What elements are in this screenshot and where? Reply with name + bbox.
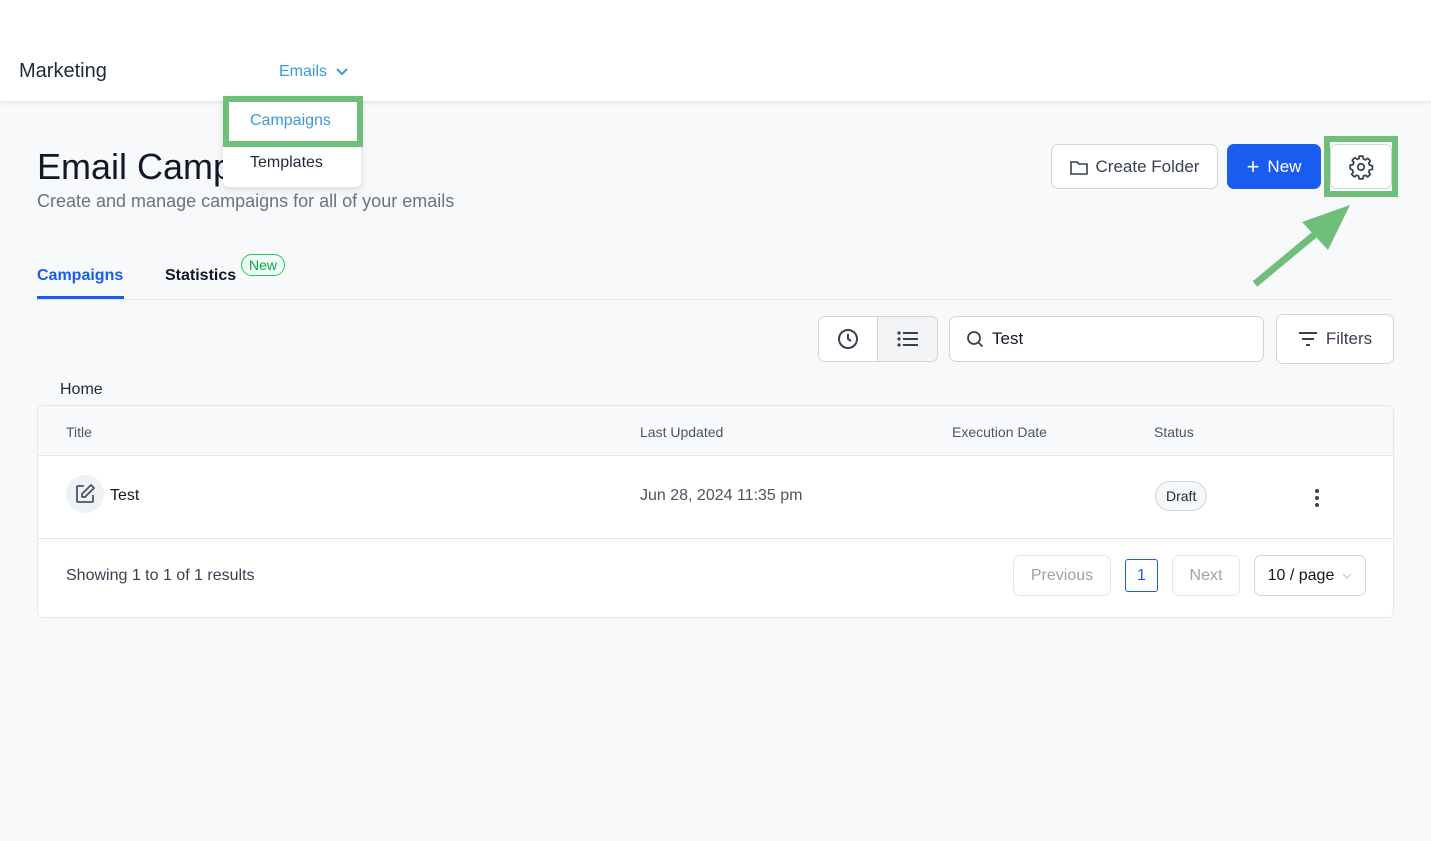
recent-view-button[interactable] (818, 316, 878, 362)
page-1-button[interactable]: 1 (1125, 559, 1158, 592)
campaign-title[interactable]: Test (110, 487, 139, 505)
list-icon (896, 331, 918, 347)
page-size-value: 10 / page (1267, 566, 1335, 584)
new-label: New (1267, 156, 1302, 176)
folder-icon (1069, 160, 1088, 175)
table-row[interactable]: Test Jun 28, 2024 11:35 pm Draft (38, 456, 1393, 539)
top-bar (0, 0, 1431, 101)
column-status: Status (1154, 424, 1194, 440)
create-folder-label: Create Folder (1095, 156, 1200, 176)
next-button[interactable]: Next (1172, 555, 1240, 596)
clock-icon (838, 329, 858, 349)
chevron-down-icon (1342, 573, 1352, 579)
search-icon (967, 331, 984, 348)
divider (37, 299, 1394, 300)
status-badge: Draft (1155, 481, 1208, 511)
arrow-annotation-icon (1252, 205, 1350, 287)
app-brand: Marketing (19, 60, 107, 82)
filters-button[interactable]: Filters (1276, 314, 1394, 364)
column-last-updated: Last Updated (640, 424, 724, 440)
page-subtitle: Create and manage campaigns for all of y… (37, 191, 455, 211)
create-folder-button[interactable]: Create Folder (1051, 144, 1218, 189)
filters-label: Filters (1325, 329, 1373, 348)
chevron-down-icon (336, 68, 348, 76)
previous-button[interactable]: Previous (1013, 555, 1111, 596)
filter-icon (1298, 332, 1317, 346)
tab-campaigns[interactable]: Campaigns (37, 267, 123, 285)
edit-icon (66, 475, 104, 513)
new-button[interactable]: + New (1227, 144, 1321, 189)
search-box[interactable] (949, 316, 1264, 362)
campaigns-table: Title Last Updated Execution Date Status… (37, 405, 1394, 618)
results-summary: Showing 1 to 1 of 1 results (66, 567, 255, 584)
list-view-button[interactable] (877, 316, 938, 362)
page-size-select[interactable]: 10 / page (1254, 555, 1366, 596)
new-badge: New (241, 254, 286, 276)
more-options-icon[interactable] (1314, 488, 1320, 513)
highlight-box (1324, 136, 1398, 197)
emails-label: Emails (279, 63, 328, 80)
search-input[interactable] (992, 329, 1242, 349)
menu-item-templates[interactable]: Templates (250, 154, 323, 172)
tab-statistics[interactable]: Statistics (165, 267, 236, 285)
column-execution-date: Execution Date (952, 424, 1047, 440)
last-updated: Jun 28, 2024 11:35 pm (640, 487, 803, 504)
emails-nav-dropdown[interactable]: Emails (279, 63, 349, 81)
plus-icon: + (1246, 153, 1260, 179)
highlight-box (223, 96, 363, 147)
column-title: Title (66, 424, 92, 440)
breadcrumb[interactable]: Home (60, 381, 103, 399)
